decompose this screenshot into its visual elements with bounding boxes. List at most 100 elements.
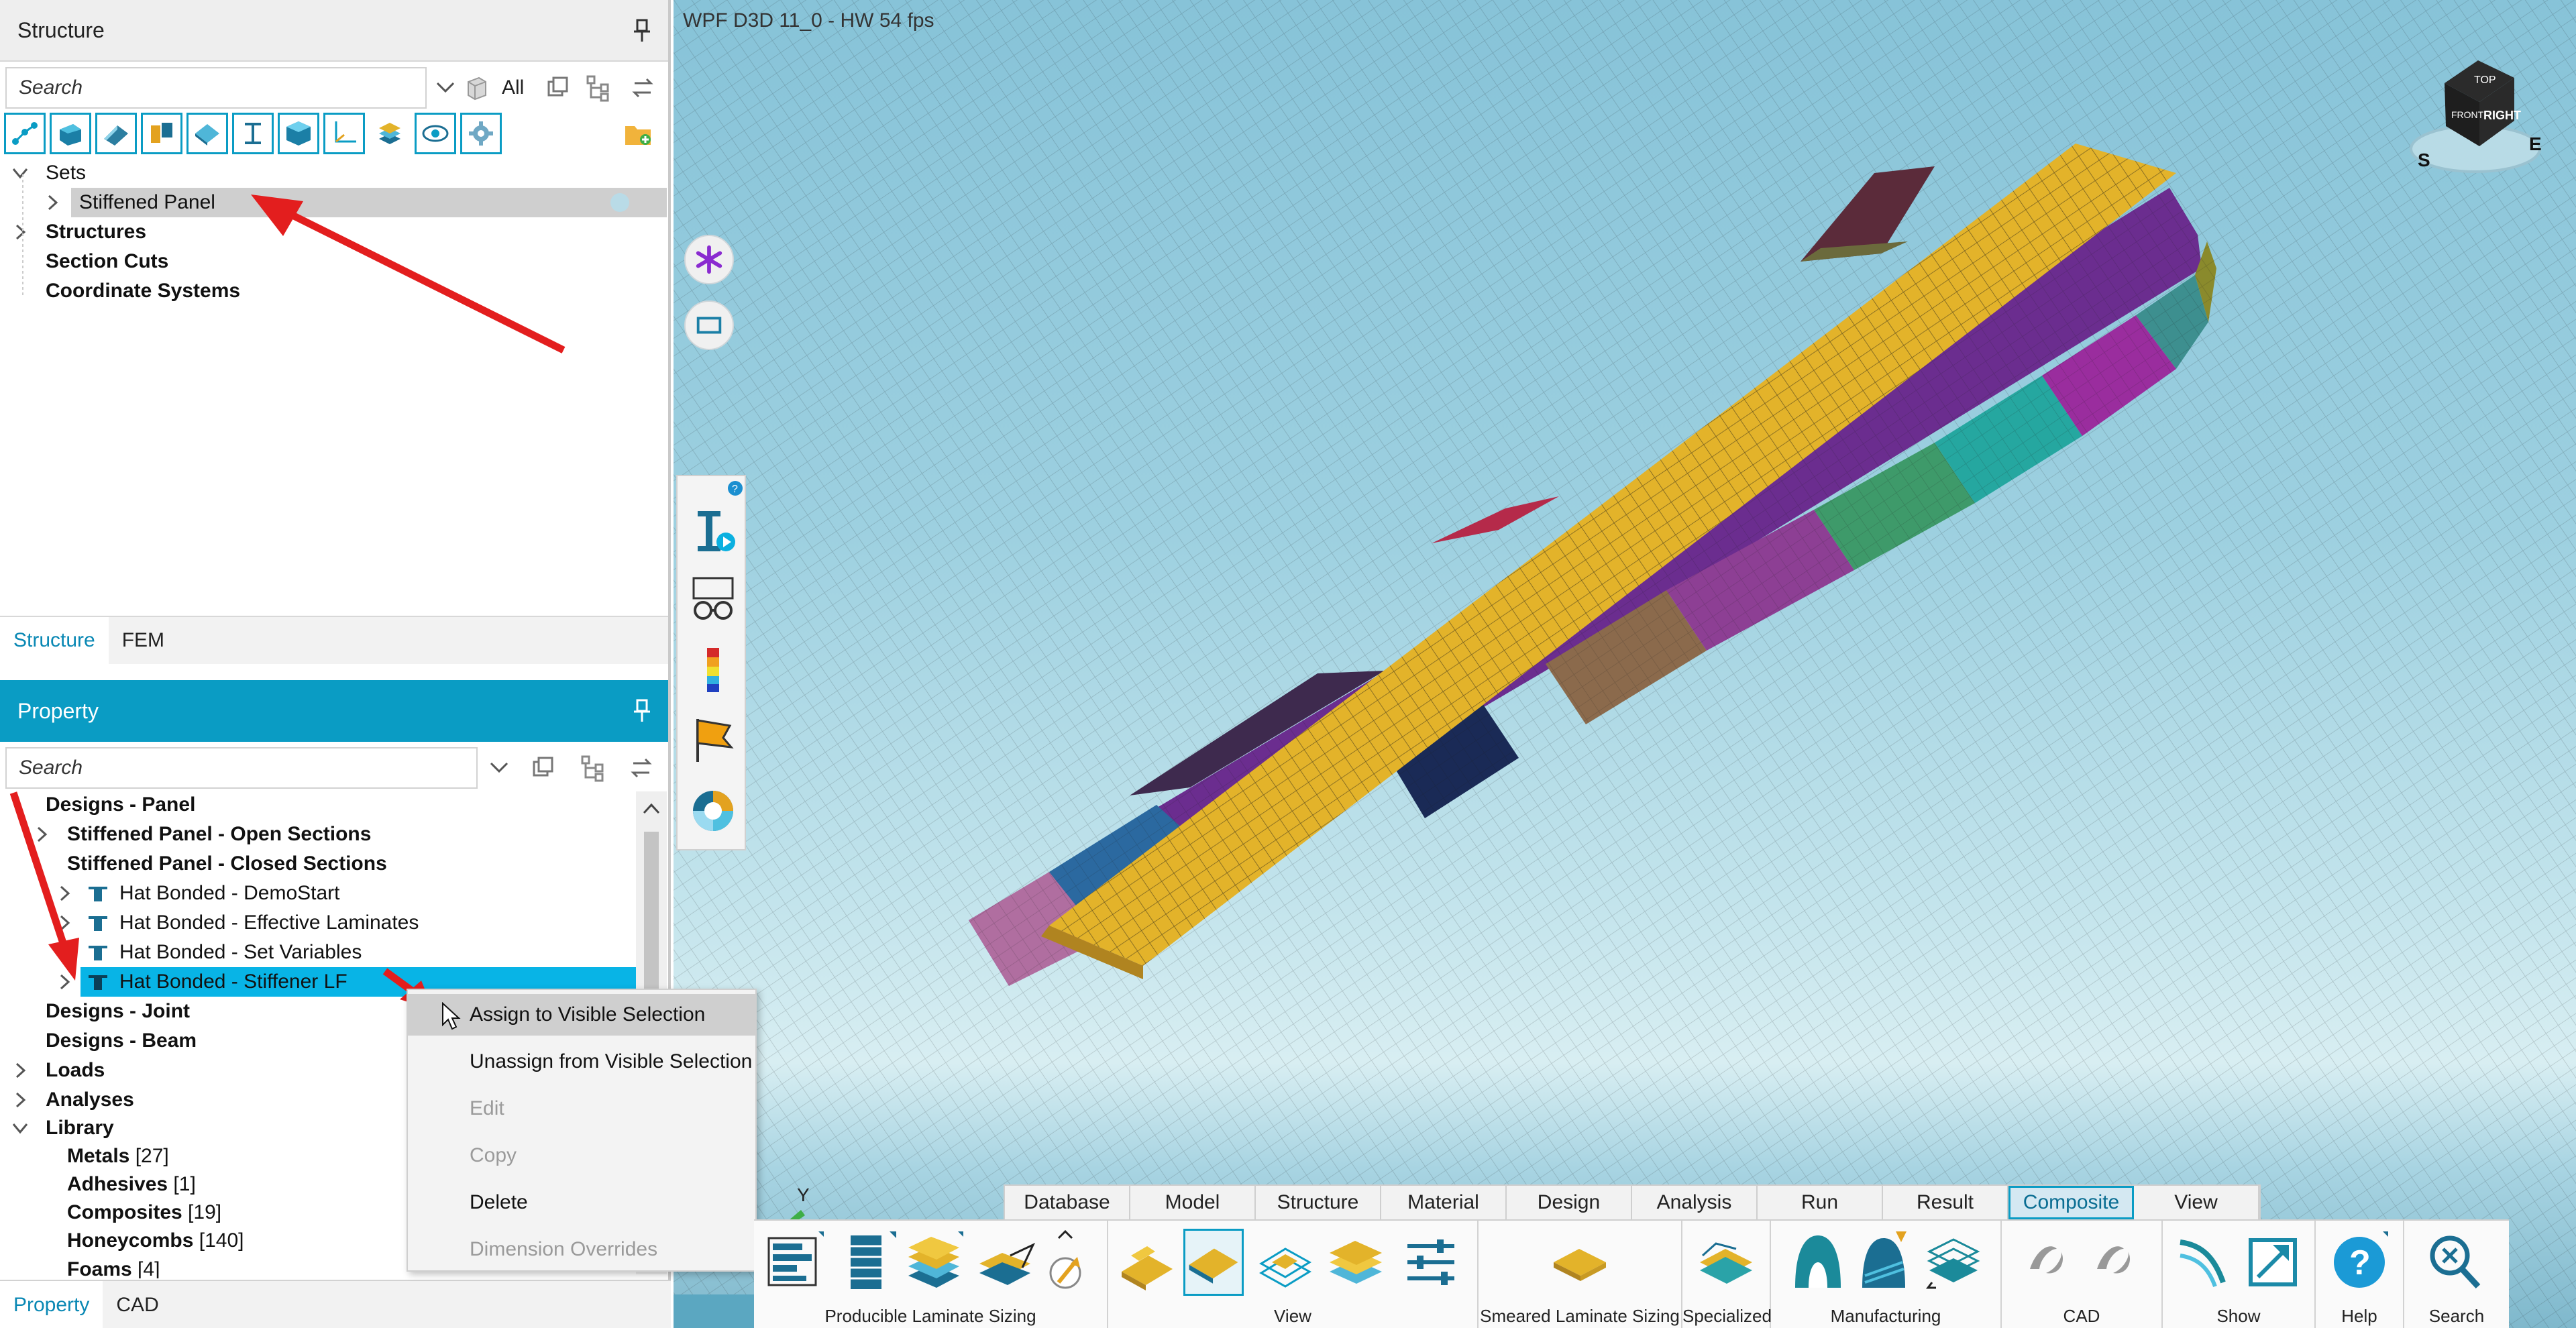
tree-item-sets[interactable]: Sets (0, 158, 671, 188)
ribbon-tab-database[interactable]: Database (1005, 1186, 1130, 1219)
view-outline-button[interactable] (1256, 1229, 1316, 1296)
cube-filter-icon[interactable] (463, 74, 490, 102)
tree-item-hat-effective[interactable]: Hat Bonded - Effective Laminates (0, 908, 635, 938)
ribbon-tab-model[interactable]: Model (1130, 1186, 1256, 1219)
menu-item-delete[interactable]: Delete (408, 1182, 755, 1223)
tree-item-composites[interactable]: Composites [19] (0, 1198, 402, 1227)
ply-stacks-button[interactable] (904, 1229, 965, 1296)
show-curves-button[interactable] (2174, 1229, 2234, 1296)
cube-face-right[interactable]: RIGHT (2483, 109, 2521, 122)
tree-item-closed-sections[interactable]: Stiffened Panel - Closed Sections (0, 849, 635, 879)
specialized-button[interactable] (1696, 1229, 1756, 1296)
color-legend-icon[interactable] (688, 645, 738, 695)
tree-item-analyses[interactable]: Analyses (0, 1085, 402, 1115)
tree-item-library[interactable]: Library (0, 1113, 402, 1143)
glasses-view-icon[interactable] (688, 574, 738, 624)
smeared-laminate-button[interactable] (1550, 1229, 1610, 1296)
chevron-down-icon[interactable] (11, 1119, 30, 1138)
structure-search-input[interactable] (19, 76, 385, 99)
compass-east[interactable]: E (2529, 133, 2542, 154)
menu-item-dimension-overrides[interactable]: Dimension Overrides (408, 1229, 755, 1270)
chevron-right-icon[interactable] (11, 1091, 30, 1109)
plate-filter-button[interactable] (95, 113, 137, 154)
box-select-button[interactable] (684, 300, 734, 350)
shell-filter-button[interactable] (186, 113, 228, 154)
ribbon-tab-material[interactable]: Material (1381, 1186, 1507, 1219)
hierarchy-icon[interactable] (580, 754, 606, 782)
visibility-filter-button[interactable] (415, 113, 456, 154)
view-layers-button[interactable] (1326, 1229, 1386, 1296)
tab-property[interactable]: Property (0, 1281, 103, 1328)
ribbon-tab-analysis[interactable]: Analysis (1632, 1186, 1758, 1219)
tree-item-adhesives[interactable]: Adhesives [1] (0, 1170, 402, 1199)
menu-item-unassign-visible[interactable]: Unassign from Visible Selection (408, 1041, 755, 1083)
layup-tool-button[interactable] (1856, 1229, 1916, 1296)
pin-icon[interactable] (632, 699, 652, 723)
copy-icon[interactable] (530, 754, 557, 782)
ribbon-tab-structure[interactable]: Structure (1256, 1186, 1381, 1219)
stiffened-panel-model[interactable] (674, 0, 2576, 1328)
cube-face-top[interactable]: TOP (2474, 74, 2496, 86)
ply-drop-button[interactable] (975, 1229, 1036, 1296)
tree-item-designs-panel[interactable]: Designs - Panel (0, 790, 635, 820)
ribbon-tab-design[interactable]: Design (1507, 1186, 1632, 1219)
structure-search-box[interactable] (5, 67, 427, 109)
layers-filter-button[interactable] (369, 113, 411, 154)
ribbon-tab-run[interactable]: Run (1758, 1186, 1883, 1219)
ribbon-tab-view[interactable]: View (2134, 1186, 2259, 1219)
tree-item-hat-demostart[interactable]: Hat Bonded - DemoStart (0, 879, 635, 908)
ply-table-button[interactable] (837, 1229, 898, 1296)
tree-item-open-sections[interactable]: Stiffened Panel - Open Sections (0, 820, 635, 849)
view-zone-button[interactable] (1183, 1229, 1244, 1296)
ribbon-tab-composite[interactable]: Composite (2008, 1186, 2134, 1219)
cube-face-front[interactable]: FRONT (2451, 109, 2484, 120)
compass-south[interactable]: S (2418, 150, 2430, 170)
hierarchy-icon[interactable] (585, 74, 612, 102)
coordinate-filter-button[interactable] (323, 113, 365, 154)
help-icon[interactable]: ? (727, 480, 743, 496)
3d-viewport[interactable]: WPF D3D 11_0 - HW 54 fps TOP FRONT RIGHT… (674, 0, 2576, 1328)
cube-filter-button[interactable] (278, 113, 319, 154)
copy-icon[interactable] (545, 74, 572, 102)
nodes-filter-button[interactable] (4, 113, 46, 154)
new-folder-icon[interactable] (623, 119, 653, 149)
tree-item-designs-joint[interactable]: Designs - Joint (0, 997, 402, 1026)
chevron-down-icon[interactable] (433, 75, 458, 99)
sync-arrows-icon[interactable] (629, 74, 656, 102)
tree-item-metals[interactable]: Metals [27] (0, 1142, 402, 1171)
flag-icon[interactable] (688, 715, 738, 765)
chevron-right-icon[interactable] (43, 193, 62, 212)
ribbon-tab-result[interactable]: Result (1883, 1186, 2008, 1219)
skin-panel[interactable] (674, 0, 2576, 1328)
search-button[interactable] (2424, 1229, 2485, 1296)
menu-item-assign-visible[interactable]: Assign to Visible Selection (408, 994, 755, 1036)
tab-fem[interactable]: FEM (109, 617, 178, 664)
property-search-box[interactable] (5, 747, 478, 789)
view-sliders-button[interactable] (1401, 1229, 1461, 1296)
stiffener-tool-icon[interactable] (688, 506, 738, 555)
filter-all-label[interactable]: All (502, 76, 524, 99)
chevron-right-icon[interactable] (11, 1061, 30, 1080)
i-beam-filter-button[interactable] (232, 113, 274, 154)
menu-item-copy[interactable]: Copy (408, 1135, 755, 1176)
tree-item-honeycombs[interactable]: Honeycombs [140] (0, 1226, 402, 1256)
tree-item-hat-set-variables[interactable]: Hat Bonded - Set Variables (0, 938, 635, 967)
ply-optimize-button[interactable] (1038, 1229, 1099, 1296)
cad-export-button[interactable] (2084, 1229, 2144, 1296)
sync-arrows-icon[interactable] (628, 754, 655, 782)
help-button[interactable]: ? (2329, 1229, 2390, 1296)
show-export-button[interactable] (2242, 1229, 2302, 1296)
beam-filter-button[interactable] (141, 113, 182, 154)
view-cube[interactable]: TOP FRONT RIGHT S E (2404, 47, 2545, 181)
pick-mode-button[interactable] (684, 235, 734, 284)
ply-book-button[interactable] (1923, 1229, 1983, 1296)
tree-item-designs-beam[interactable]: Designs - Beam (0, 1026, 402, 1056)
tree-item-foams[interactable]: Foams [4] (0, 1254, 402, 1278)
solid-filter-button[interactable] (50, 113, 91, 154)
pin-icon[interactable] (632, 19, 652, 43)
cad-import-button[interactable] (2017, 1229, 2077, 1296)
chevron-down-icon[interactable] (487, 755, 511, 779)
chevron-up-icon[interactable] (641, 801, 661, 816)
tree-item-loads[interactable]: Loads (0, 1056, 402, 1085)
property-search-input[interactable] (19, 757, 431, 779)
